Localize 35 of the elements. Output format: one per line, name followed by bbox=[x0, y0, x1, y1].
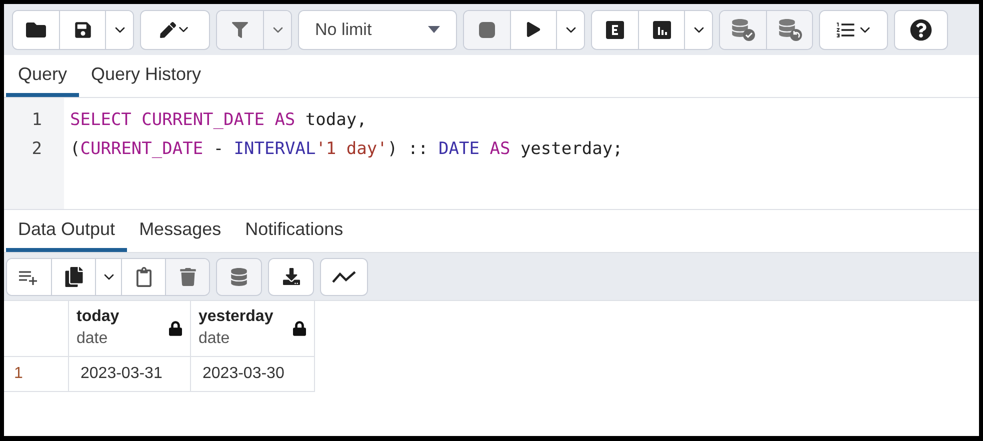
database-check-icon bbox=[731, 18, 755, 40]
stop-icon bbox=[479, 22, 495, 38]
table-cell: 2023-03-31 bbox=[68, 356, 190, 391]
line-graph-icon bbox=[332, 270, 356, 284]
play-icon bbox=[526, 22, 541, 37]
tab[interactable]: Query History bbox=[79, 55, 214, 97]
filter-icon bbox=[232, 22, 248, 38]
trash-icon bbox=[180, 268, 196, 286]
explain-icon bbox=[606, 20, 624, 38]
column-header[interactable]: yesterday date bbox=[190, 301, 314, 356]
dropdown-arrow-icon bbox=[428, 26, 440, 33]
row-number: 1 bbox=[4, 356, 68, 391]
tab[interactable]: Notifications bbox=[233, 210, 356, 252]
limit-dropdown[interactable]: No limit bbox=[299, 10, 456, 48]
help-icon bbox=[910, 18, 932, 40]
tab[interactable]: Messages bbox=[127, 210, 234, 252]
table-cell: 2023-03-30 bbox=[190, 356, 314, 391]
database-icon bbox=[230, 268, 248, 286]
column-type: date bbox=[76, 329, 109, 350]
column-header[interactable]: today date bbox=[68, 301, 190, 356]
column-name: yesterday bbox=[198, 307, 274, 328]
line-number: 1 bbox=[30, 109, 43, 132]
code-line: SELECT CURRENT_DATE AS today, bbox=[70, 109, 368, 132]
save-icon bbox=[74, 20, 92, 38]
pen-icon bbox=[160, 22, 190, 38]
clipboard-icon bbox=[134, 266, 154, 286]
copy-icon bbox=[64, 266, 84, 286]
column-name: today bbox=[76, 307, 120, 328]
code-line: (CURRENT_DATE - INTERVAL'1 day') :: DATE AS yesterday; bbox=[70, 138, 623, 161]
database-undo-icon bbox=[778, 18, 802, 40]
bar-chart-icon bbox=[652, 20, 670, 38]
download-icon bbox=[282, 268, 300, 285]
folder-icon bbox=[26, 20, 46, 40]
column-type: date bbox=[198, 329, 231, 350]
line-number: 2 bbox=[30, 138, 43, 161]
